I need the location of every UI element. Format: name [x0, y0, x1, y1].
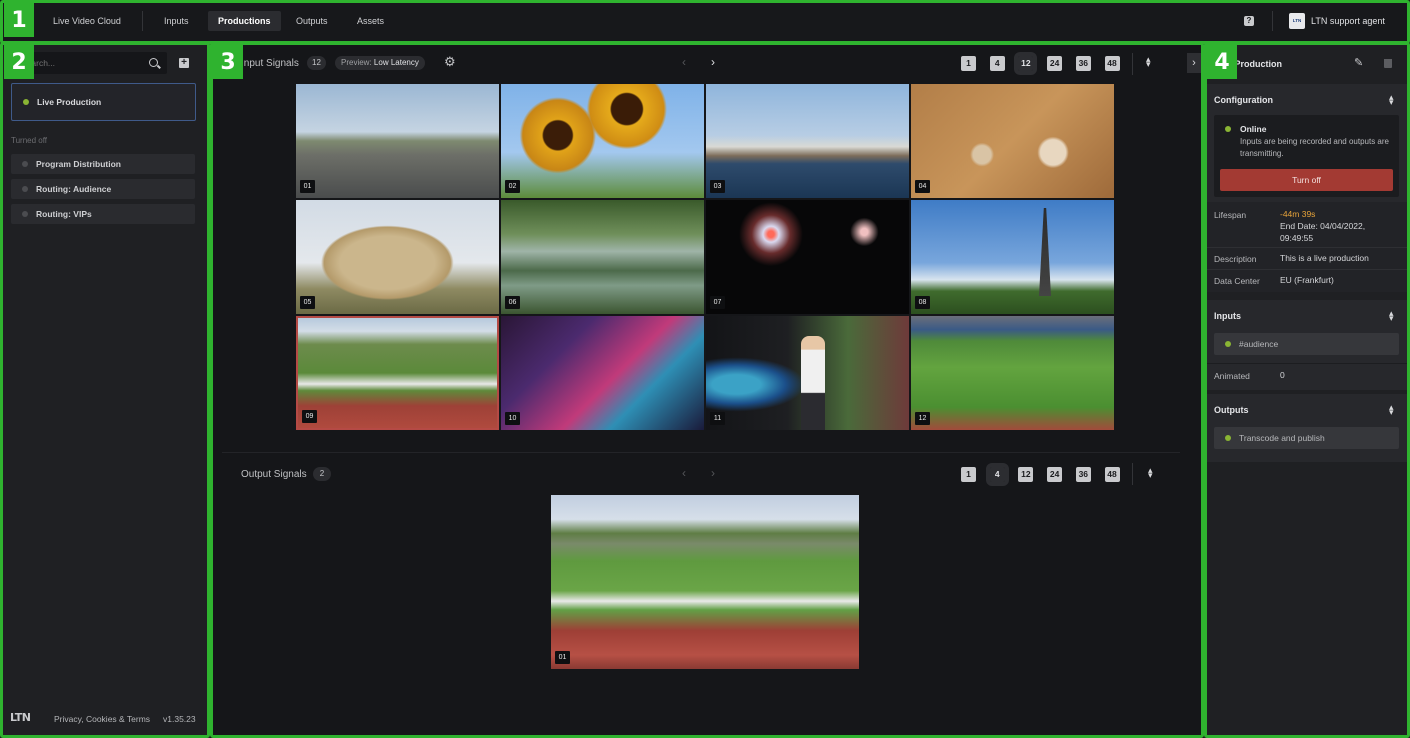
annotation-frame: [1204, 42, 1410, 738]
annotation-frame: [0, 0, 1410, 44]
annotation-frame: [0, 42, 210, 738]
annotation-marker: 3: [213, 45, 243, 79]
annotation-frame: [210, 42, 1204, 738]
annotation-marker: 4: [1207, 45, 1237, 79]
annotation-marker: 1: [4, 3, 34, 37]
annotation-marker: 2: [4, 45, 34, 79]
